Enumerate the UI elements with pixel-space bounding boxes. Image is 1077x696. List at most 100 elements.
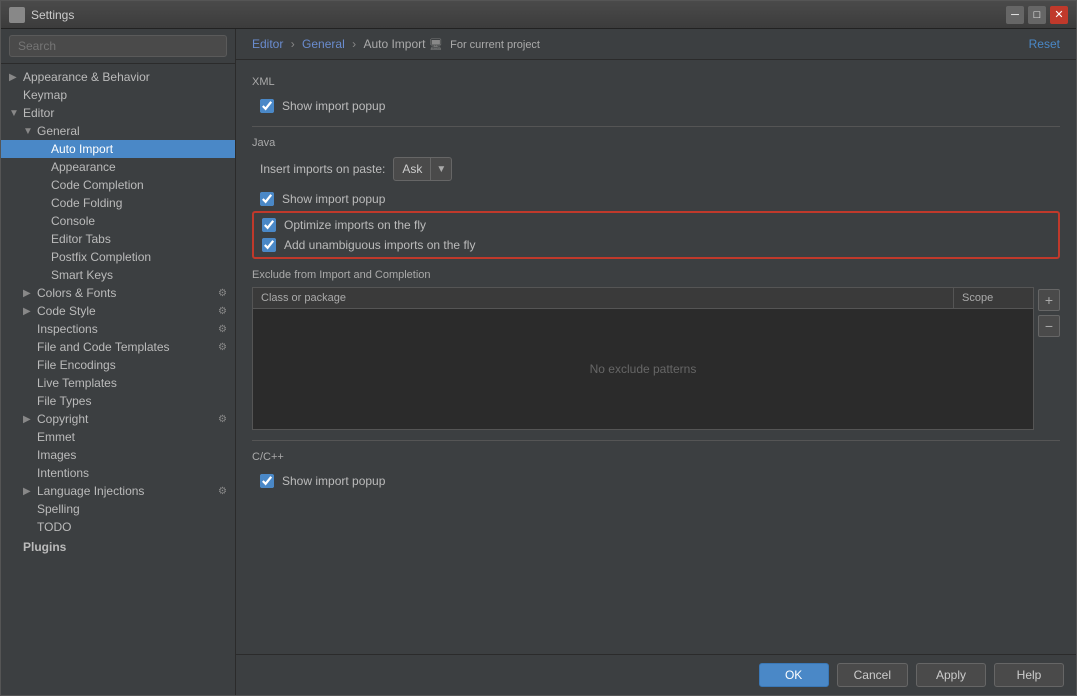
exclude-section: Exclude from Import and Completion Class…: [252, 269, 1060, 430]
sidebar-item-label: Code Completion: [51, 178, 144, 192]
sidebar-item-keymap[interactable]: Keymap: [1, 86, 235, 104]
insert-imports-dropdown[interactable]: Ask ▼: [393, 157, 452, 181]
sidebar-item-file-types[interactable]: File Types: [1, 392, 235, 410]
java-show-import-checkbox[interactable]: [260, 192, 274, 206]
sidebar-item-label: Code Folding: [51, 196, 122, 210]
sidebar-item-code-completion[interactable]: Code Completion: [1, 176, 235, 194]
breadcrumb-current: Auto Import: [363, 37, 425, 51]
cpp-show-import-popup-row: Show import popup: [260, 471, 1060, 491]
sidebar-item-spelling[interactable]: Spelling: [1, 500, 235, 518]
sidebar-item-label: File Encodings: [37, 358, 116, 372]
arrow-icon: ▶: [9, 72, 23, 83]
add-exclude-button[interactable]: +: [1038, 289, 1060, 311]
settings-icon: ⚙: [218, 324, 227, 335]
sidebar-item-label: Images: [37, 448, 76, 462]
xml-section-label: XML: [252, 76, 1060, 88]
cpp-show-import-checkbox[interactable]: [260, 474, 274, 488]
exclude-table-header: Class or package Scope: [253, 288, 1033, 309]
sidebar-item-file-code-templates[interactable]: File and Code Templates ⚙: [1, 338, 235, 356]
highlighted-options-box: Optimize imports on the fly Add unambigu…: [252, 211, 1060, 259]
sidebar-item-label: TODO: [37, 520, 71, 534]
exclude-table-wrapper: Class or package Scope No exclude patter…: [252, 287, 1060, 430]
arrow-icon: ▼: [9, 108, 23, 119]
close-button[interactable]: ✕: [1050, 6, 1068, 24]
sidebar-item-copyright[interactable]: ▶ Copyright ⚙: [1, 410, 235, 428]
sidebar-item-label: Intentions: [37, 466, 89, 480]
add-unambiguous-checkbox[interactable]: [262, 238, 276, 252]
breadcrumb-arrow2: ›: [352, 37, 359, 51]
sidebar-item-appearance-sub[interactable]: Appearance: [1, 158, 235, 176]
sidebar-item-inspections[interactable]: Inspections ⚙: [1, 320, 235, 338]
ok-button[interactable]: OK: [759, 663, 829, 687]
insert-imports-label: Insert imports on paste:: [260, 162, 385, 176]
exclude-table-body: No exclude patterns: [253, 309, 1033, 429]
sidebar-item-smart-keys[interactable]: Smart Keys: [1, 266, 235, 284]
sidebar-item-todo[interactable]: TODO: [1, 518, 235, 536]
sidebar-item-console[interactable]: Console: [1, 212, 235, 230]
bottom-bar: OK Cancel Apply Help: [236, 654, 1076, 695]
optimize-imports-checkbox[interactable]: [262, 218, 276, 232]
xml-show-import-checkbox[interactable]: [260, 99, 274, 113]
sidebar-item-file-encodings[interactable]: File Encodings: [1, 356, 235, 374]
sidebar-item-label: Plugins: [23, 540, 66, 554]
sidebar-item-emmet[interactable]: Emmet: [1, 428, 235, 446]
sidebar-item-label: Inspections: [37, 322, 98, 336]
window-title: Settings: [31, 8, 1006, 22]
optimize-imports-label: Optimize imports on the fly: [284, 218, 426, 232]
col-class-package: Class or package: [253, 288, 953, 308]
sidebar-item-postfix-completion[interactable]: Postfix Completion: [1, 248, 235, 266]
breadcrumb-arrow1: ›: [291, 37, 298, 51]
arrow-icon: ▶: [23, 486, 37, 497]
project-icon: 🖥: [429, 39, 443, 51]
sidebar-item-label: Keymap: [23, 88, 67, 102]
title-bar: Settings ─ □ ✕: [1, 1, 1076, 29]
remove-exclude-button[interactable]: −: [1038, 315, 1060, 337]
sidebar-item-general[interactable]: ▼ General: [1, 122, 235, 140]
dropdown-arrow-icon[interactable]: ▼: [430, 158, 451, 180]
arrow-icon: ▶: [23, 414, 37, 425]
sidebar-item-live-templates[interactable]: Live Templates: [1, 374, 235, 392]
sidebar-item-images[interactable]: Images: [1, 446, 235, 464]
add-unambiguous-label: Add unambiguous imports on the fly: [284, 238, 475, 252]
sidebar-item-language-injections[interactable]: ▶ Language Injections ⚙: [1, 482, 235, 500]
maximize-button[interactable]: □: [1028, 6, 1046, 24]
reset-button[interactable]: Reset: [1029, 37, 1060, 51]
settings-icon: ⚙: [218, 414, 227, 425]
sidebar-item-label: Postfix Completion: [51, 250, 151, 264]
sidebar-item-code-folding[interactable]: Code Folding: [1, 194, 235, 212]
sidebar-item-label: Auto Import: [51, 142, 113, 156]
main-content: ▶ Appearance & Behavior Keymap ▼ Editor …: [1, 29, 1076, 695]
sidebar-item-label: General: [37, 124, 80, 138]
sidebar-item-editor-tabs[interactable]: Editor Tabs: [1, 230, 235, 248]
sidebar-item-label: Editor Tabs: [51, 232, 111, 246]
content-panel: Editor › General › Auto Import 🖥 For cur…: [236, 29, 1076, 695]
sidebar-item-label: Console: [51, 214, 95, 228]
sidebar-item-plugins[interactable]: Plugins: [1, 536, 235, 558]
apply-button[interactable]: Apply: [916, 663, 986, 687]
optimize-imports-row: Optimize imports on the fly: [262, 215, 1058, 235]
window-icon: [9, 7, 25, 23]
no-patterns-text: No exclude patterns: [590, 362, 697, 376]
breadcrumb-bar: Editor › General › Auto Import 🖥 For cur…: [236, 29, 1076, 60]
sidebar-item-label: Colors & Fonts: [37, 286, 116, 300]
sidebar-item-label: File and Code Templates: [37, 340, 170, 354]
help-button[interactable]: Help: [994, 663, 1064, 687]
sidebar-item-label: Smart Keys: [51, 268, 113, 282]
sidebar-item-auto-import[interactable]: Auto Import: [1, 140, 235, 158]
sidebar-item-label: Language Injections: [37, 484, 144, 498]
search-input[interactable]: [9, 35, 227, 57]
sidebar-item-label: Live Templates: [37, 376, 117, 390]
settings-icon: ⚙: [218, 486, 227, 497]
cancel-button[interactable]: Cancel: [837, 663, 908, 687]
window-controls: ─ □ ✕: [1006, 6, 1068, 24]
dropdown-value: Ask: [394, 162, 430, 176]
minimize-button[interactable]: ─: [1006, 6, 1024, 24]
sidebar-item-intentions[interactable]: Intentions: [1, 464, 235, 482]
arrow-icon: ▶: [23, 306, 37, 317]
sidebar-item-appearance-behavior[interactable]: ▶ Appearance & Behavior: [1, 68, 235, 86]
sidebar-item-editor[interactable]: ▼ Editor: [1, 104, 235, 122]
sidebar-item-code-style[interactable]: ▶ Code Style ⚙: [1, 302, 235, 320]
sidebar-item-colors-fonts[interactable]: ▶ Colors & Fonts ⚙: [1, 284, 235, 302]
sidebar-tree: ▶ Appearance & Behavior Keymap ▼ Editor …: [1, 64, 235, 695]
cpp-section-label: C/C++: [252, 451, 1060, 463]
